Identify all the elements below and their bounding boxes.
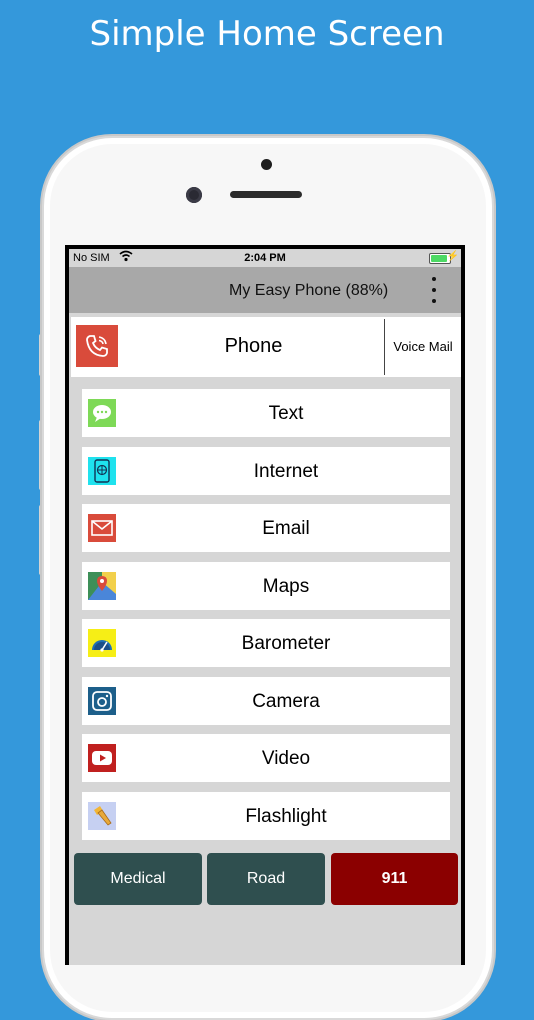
divider bbox=[384, 319, 385, 375]
flashlight-icon bbox=[88, 801, 116, 830]
list-item-label: Email bbox=[262, 518, 310, 539]
list-item-camera[interactable]: Camera bbox=[82, 676, 450, 725]
list-item-text[interactable]: Text bbox=[82, 389, 450, 437]
list-item-email[interactable]: Email bbox=[82, 504, 450, 552]
app-screen: No SIM 2:04 PM ⚡ My Easy Phone (88%) Pho… bbox=[69, 249, 461, 965]
list-item-label: Maps bbox=[262, 575, 310, 597]
phone-screen: No SIM 2:04 PM ⚡ My Easy Phone (88%) Pho… bbox=[65, 245, 465, 965]
charging-icon: ⚡ bbox=[446, 251, 459, 262]
more-vertical-icon[interactable] bbox=[427, 277, 441, 303]
earpiece-speaker bbox=[230, 191, 302, 198]
list-item-label: Internet bbox=[253, 460, 319, 482]
phone-row: Phone Voice Mail bbox=[71, 317, 461, 377]
list-item-flashlight[interactable]: Flashlight bbox=[82, 791, 450, 840]
list-item-label: Text bbox=[268, 403, 304, 424]
proximity-sensor bbox=[261, 159, 272, 170]
promo-headline: Simple Home Screen bbox=[89, 14, 445, 54]
envelope-icon bbox=[88, 514, 116, 542]
voice-mail-button[interactable]: Voice Mail bbox=[388, 339, 458, 354]
phone-button[interactable]: Phone bbox=[121, 335, 386, 358]
list-item-label: Barometer bbox=[241, 633, 331, 654]
status-time: 2:04 PM bbox=[244, 252, 286, 264]
camera-icon bbox=[88, 686, 116, 715]
list-item-video[interactable]: Video bbox=[82, 734, 450, 782]
road-button[interactable]: Road bbox=[207, 853, 325, 905]
message-bubble-icon bbox=[88, 399, 116, 427]
front-camera bbox=[186, 187, 202, 203]
globe-device-icon bbox=[88, 456, 116, 485]
map-pin-icon bbox=[88, 571, 116, 600]
play-icon bbox=[88, 744, 116, 772]
app-bar: My Easy Phone (88%) bbox=[69, 267, 461, 313]
list-item-label: Camera bbox=[252, 690, 320, 712]
medical-button[interactable]: Medical bbox=[74, 853, 202, 905]
list-item-label: Flashlight bbox=[245, 805, 327, 827]
app-title: My Easy Phone (88%) bbox=[229, 282, 389, 299]
list-item-label: Video bbox=[261, 748, 311, 769]
phone-call-icon[interactable] bbox=[76, 325, 118, 367]
emergency-bar: Medical Road 911 bbox=[74, 853, 458, 905]
list-item-barometer[interactable]: Barometer bbox=[82, 619, 450, 667]
list-item-maps[interactable]: Maps bbox=[82, 561, 450, 610]
status-bar: No SIM 2:04 PM ⚡ bbox=[69, 249, 461, 267]
list-item-internet[interactable]: Internet bbox=[82, 446, 450, 495]
emergency-911-button[interactable]: 911 bbox=[331, 853, 458, 905]
gauge-icon bbox=[88, 629, 116, 657]
